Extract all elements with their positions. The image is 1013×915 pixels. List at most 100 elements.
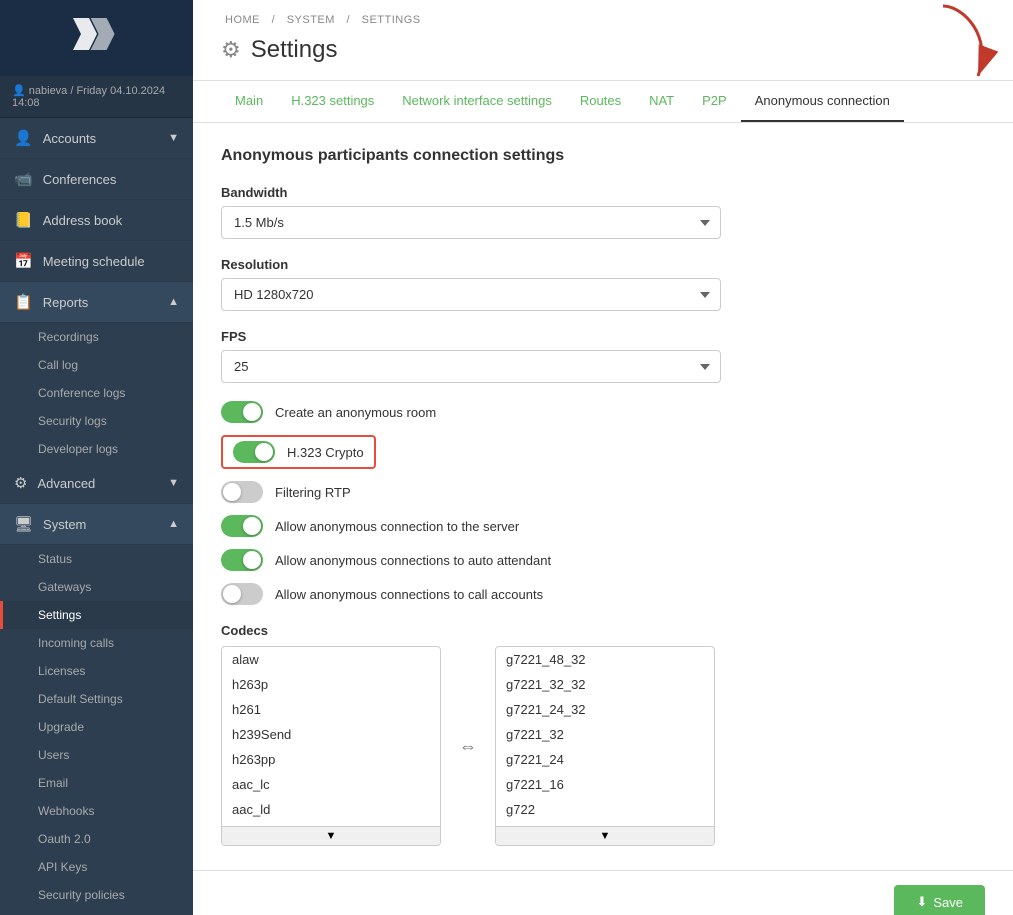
toggle-allow-connection-row: Allow anonymous connection to the server bbox=[221, 515, 985, 537]
codec-list-left-scroll-btn[interactable]: ▼ bbox=[222, 826, 440, 845]
sidebar-logo bbox=[0, 0, 193, 76]
sidebar-sub-gateways[interactable]: Gateways bbox=[0, 573, 193, 601]
codec-item-g7221-24[interactable]: g7221_24 bbox=[496, 747, 714, 772]
codec-list-left[interactable]: alaw h263p h261 h239Send h263pp aac_lc a… bbox=[221, 646, 441, 846]
main-area: HOME / SYSTEM / SETTINGS ⚙ Settings Main… bbox=[193, 0, 1013, 915]
codec-list-left-inner[interactable]: alaw h263p h261 h239Send h263pp aac_lc a… bbox=[222, 647, 440, 826]
toggle-allow-connection[interactable] bbox=[221, 515, 263, 537]
codec-list-right-inner[interactable]: g7221_48_32 g7221_32_32 g7221_24_32 g722… bbox=[496, 647, 714, 826]
codec-item-h263pp[interactable]: h263pp bbox=[222, 747, 440, 772]
tabs-wrapper: Main H.323 settings Network interface se… bbox=[193, 81, 1013, 123]
chevron-reports-icon: ▲ bbox=[168, 296, 179, 308]
toggle-filtering-rtp-row: Filtering RTP bbox=[221, 481, 985, 503]
tab-anonymous[interactable]: Anonymous connection bbox=[741, 81, 904, 122]
system-icon: 🖥 bbox=[14, 515, 33, 533]
sidebar-sub-licenses[interactable]: Licenses bbox=[0, 657, 193, 685]
sidebar-sub-logging[interactable]: Logging configuration bbox=[0, 909, 193, 915]
bandwidth-label: Bandwidth bbox=[221, 185, 985, 200]
toggle-filtering-rtp[interactable] bbox=[221, 481, 263, 503]
toggle-h323-crypto[interactable] bbox=[233, 441, 275, 463]
content-area: Anonymous participants connection settin… bbox=[193, 123, 1013, 870]
sidebar-item-meeting-schedule[interactable]: 📅 Meeting schedule bbox=[0, 241, 193, 282]
codec-item-h239send[interactable]: h239Send bbox=[222, 722, 440, 747]
sidebar-item-system[interactable]: 🖥 System ▲ bbox=[0, 504, 193, 545]
toggle-create-room[interactable] bbox=[221, 401, 263, 423]
fps-field: FPS 10 15 20 25 30 bbox=[221, 329, 985, 383]
sidebar-sub-email[interactable]: Email bbox=[0, 769, 193, 797]
toggle-create-room-row: Create an anonymous room bbox=[221, 401, 985, 423]
sidebar-sub-security-policies[interactable]: Security policies bbox=[0, 881, 193, 909]
sidebar-sub-webhooks[interactable]: Webhooks bbox=[0, 797, 193, 825]
sidebar-item-advanced[interactable]: ⚙ Advanced ▼ bbox=[0, 463, 193, 504]
codec-list-right-scroll-btn[interactable]: ▼ bbox=[496, 826, 714, 845]
section-title: Anonymous participants connection settin… bbox=[221, 147, 985, 165]
tabs-bar: Main H.323 settings Network interface se… bbox=[193, 81, 1013, 123]
accounts-icon: 👤 bbox=[14, 129, 33, 147]
codec-transfer-btn[interactable]: ⇔ bbox=[453, 730, 483, 763]
toggle-allow-auto-attendant[interactable] bbox=[221, 549, 263, 571]
toggle-h323-crypto-label: H.323 Crypto bbox=[287, 445, 364, 460]
sidebar-sub-upgrade[interactable]: Upgrade bbox=[0, 713, 193, 741]
sidebar-sub-api-keys[interactable]: API Keys bbox=[0, 853, 193, 881]
sidebar-user: 👤 nabieva / Friday 04.10.2024 14:08 bbox=[0, 76, 193, 118]
resolution-label: Resolution bbox=[221, 257, 985, 272]
bandwidth-select[interactable]: 256 Kb/s 512 Kb/s 1 Mb/s 1.5 Mb/s 2 Mb/s… bbox=[221, 206, 721, 239]
sidebar-nav: 👤 Accounts ▼ 📹 Conferences 📒 Address boo… bbox=[0, 118, 193, 915]
sidebar-sub-developer-logs[interactable]: Developer logs bbox=[0, 435, 193, 463]
resolution-select[interactable]: CIF 352x288 VGA 640x480 HD 720x480 HD 12… bbox=[221, 278, 721, 311]
toggle-filtering-rtp-label: Filtering RTP bbox=[275, 485, 351, 500]
toggle-allow-call-accounts-label: Allow anonymous connections to call acco… bbox=[275, 587, 543, 602]
sidebar-item-address-book[interactable]: 📒 Address book bbox=[0, 200, 193, 241]
tab-network[interactable]: Network interface settings bbox=[388, 81, 566, 122]
tab-h323[interactable]: H.323 settings bbox=[277, 81, 388, 122]
sidebar-sub-call-log[interactable]: Call log bbox=[0, 351, 193, 379]
sidebar-item-reports[interactable]: 📋 Reports ▲ bbox=[0, 282, 193, 323]
codecs-label: Codecs bbox=[221, 623, 985, 638]
fps-label: FPS bbox=[221, 329, 985, 344]
brand-logo-icon bbox=[73, 18, 121, 58]
sidebar-sub-recordings[interactable]: Recordings bbox=[0, 323, 193, 351]
codecs-section: Codecs alaw h263p h261 h239Send h263pp a… bbox=[221, 623, 985, 846]
sidebar-sub-oauth[interactable]: Oauth 2.0 bbox=[0, 825, 193, 853]
codec-item-g7221-24-32[interactable]: g7221_24_32 bbox=[496, 697, 714, 722]
sidebar-sub-status[interactable]: Status bbox=[0, 545, 193, 573]
codec-item-aac-ld[interactable]: aac_ld bbox=[222, 797, 440, 822]
save-icon: ⬇ bbox=[916, 894, 927, 910]
annotation-arrow bbox=[883, 0, 1003, 86]
sidebar-sub-incoming-calls[interactable]: Incoming calls bbox=[0, 629, 193, 657]
codec-list-right[interactable]: g7221_48_32 g7221_32_32 g7221_24_32 g722… bbox=[495, 646, 715, 846]
tab-p2p[interactable]: P2P bbox=[688, 81, 741, 122]
codec-item-aac-lc[interactable]: aac_lc bbox=[222, 772, 440, 797]
toggle-allow-auto-attendant-row: Allow anonymous connections to auto atte… bbox=[221, 549, 985, 571]
codec-item-g7221-32-32[interactable]: g7221_32_32 bbox=[496, 672, 714, 697]
codec-item-g7221-32[interactable]: g7221_32 bbox=[496, 722, 714, 747]
user-icon: 👤 bbox=[12, 85, 26, 97]
sidebar-sub-users[interactable]: Users bbox=[0, 741, 193, 769]
sidebar-sub-settings[interactable]: Settings bbox=[0, 601, 193, 629]
advanced-icon: ⚙ bbox=[14, 474, 27, 492]
codec-item-alaw[interactable]: alaw bbox=[222, 647, 440, 672]
codec-item-g7221-16[interactable]: g7221_16 bbox=[496, 772, 714, 797]
codecs-row: alaw h263p h261 h239Send h263pp aac_lc a… bbox=[221, 646, 985, 846]
fps-select[interactable]: 10 15 20 25 30 bbox=[221, 350, 721, 383]
tab-routes[interactable]: Routes bbox=[566, 81, 635, 122]
codec-item-g7221-48-32[interactable]: g7221_48_32 bbox=[496, 647, 714, 672]
save-button[interactable]: ⬇ Save bbox=[894, 885, 985, 915]
sidebar-item-conferences[interactable]: 📹 Conferences bbox=[0, 159, 193, 200]
codec-item-g722[interactable]: g722 bbox=[496, 797, 714, 822]
meeting-schedule-icon: 📅 bbox=[14, 252, 33, 270]
bandwidth-field: Bandwidth 256 Kb/s 512 Kb/s 1 Mb/s 1.5 M… bbox=[221, 185, 985, 239]
toggle-create-room-label: Create an anonymous room bbox=[275, 405, 436, 420]
toggle-allow-call-accounts[interactable] bbox=[221, 583, 263, 605]
sidebar-sub-security-logs[interactable]: Security logs bbox=[0, 407, 193, 435]
codec-item-h263p[interactable]: h263p bbox=[222, 672, 440, 697]
sidebar-sub-default-settings[interactable]: Default Settings bbox=[0, 685, 193, 713]
codec-item-h261[interactable]: h261 bbox=[222, 697, 440, 722]
page-title: Settings bbox=[251, 36, 338, 64]
footer-bar: ⬇ Save bbox=[193, 870, 1013, 915]
tab-nat[interactable]: NAT bbox=[635, 81, 688, 122]
sidebar-item-accounts[interactable]: 👤 Accounts ▼ bbox=[0, 118, 193, 159]
sidebar-sub-conference-logs[interactable]: Conference logs bbox=[0, 379, 193, 407]
chevron-advanced-icon: ▼ bbox=[168, 477, 179, 489]
tab-main[interactable]: Main bbox=[221, 81, 277, 122]
